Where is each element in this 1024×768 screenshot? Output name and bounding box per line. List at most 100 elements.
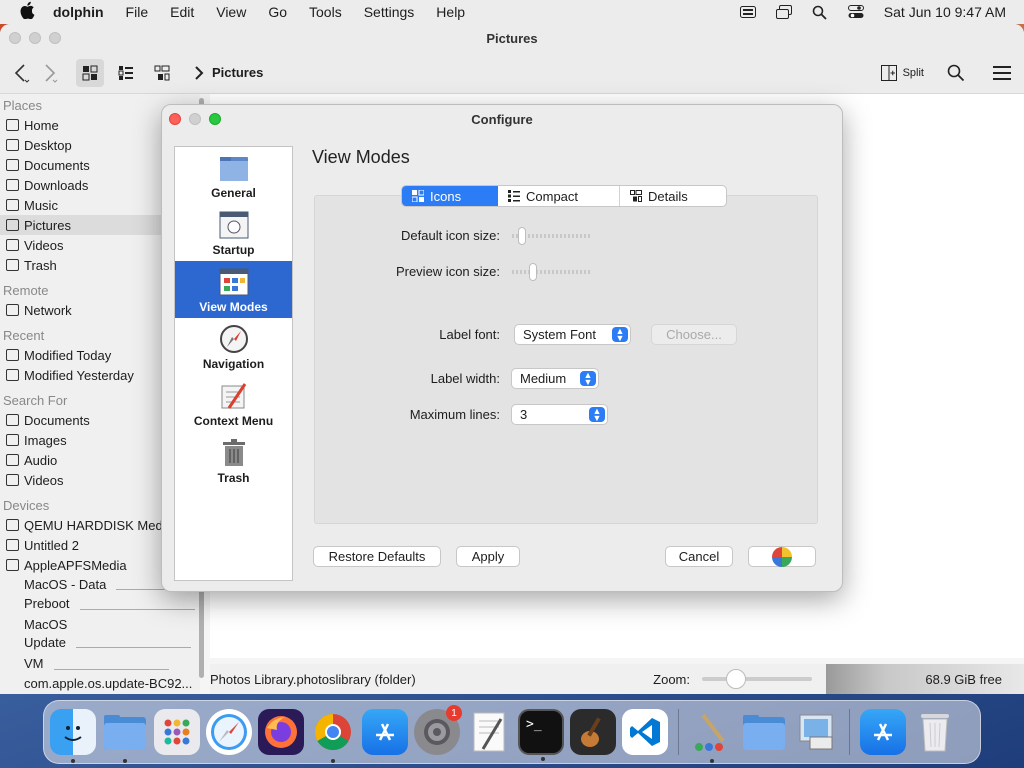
menu-file[interactable]: File bbox=[126, 4, 149, 20]
window-icon[interactable] bbox=[775, 5, 792, 19]
maximum-lines-label: Maximum lines: bbox=[409, 407, 500, 422]
category-view-modes[interactable]: View Modes bbox=[175, 261, 292, 318]
configure-dialog: Configure General Startup View Modes Nav… bbox=[161, 104, 843, 592]
sidebar-volume-update[interactable]: Update bbox=[0, 633, 200, 651]
chevron-up-down-icon: ▲ ▼ bbox=[612, 327, 628, 343]
spotlight-search-icon[interactable] bbox=[812, 5, 828, 20]
downloads-icon bbox=[6, 179, 19, 191]
restore-defaults-button[interactable]: Restore Defaults bbox=[313, 546, 441, 567]
ok-button[interactable] bbox=[748, 546, 816, 567]
category-startup[interactable]: Startup bbox=[175, 204, 292, 261]
dialog-close-button[interactable] bbox=[169, 113, 181, 125]
maximum-lines-spinbox[interactable]: 3 ▲ ▼ bbox=[511, 404, 608, 425]
sidebar-volume-preboot[interactable]: Preboot bbox=[0, 593, 200, 613]
chrome-icon[interactable] bbox=[310, 709, 356, 763]
sidebar-volume-update-bc92[interactable]: com.apple.os.update-BC92... bbox=[0, 673, 200, 693]
category-context-menu[interactable]: Context Menu bbox=[175, 375, 292, 432]
search-button[interactable] bbox=[942, 59, 970, 87]
clock[interactable]: Sat Jun 10 9:47 AM bbox=[884, 4, 1006, 20]
control-center-icon[interactable] bbox=[847, 5, 864, 19]
label-width-row: Label width: Medium ▲ ▼ bbox=[347, 368, 599, 389]
zoom-button[interactable] bbox=[49, 32, 61, 44]
back-arrow-icon bbox=[14, 63, 30, 83]
drive-icon bbox=[6, 559, 19, 571]
default-icon-size-label: Default icon size: bbox=[401, 228, 500, 243]
icons-view-button[interactable] bbox=[76, 58, 104, 87]
textedit-icon[interactable] bbox=[466, 709, 512, 755]
garageband-icon[interactable] bbox=[570, 709, 616, 755]
app-store-icon[interactable] bbox=[362, 709, 408, 755]
split-label: Split bbox=[902, 66, 924, 79]
label-width-select[interactable]: Medium ▲ ▼ bbox=[511, 368, 599, 389]
menu-settings[interactable]: Settings bbox=[364, 4, 415, 20]
system-preferences-icon[interactable]: 1 bbox=[414, 705, 462, 755]
preview-icon[interactable] bbox=[793, 709, 839, 755]
dialog-zoom-button[interactable] bbox=[209, 113, 221, 125]
chevron-up-down-icon: ▲ ▼ bbox=[580, 371, 596, 387]
capacity-bar bbox=[53, 669, 169, 670]
zoom-slider-knob[interactable] bbox=[726, 669, 746, 689]
stepper-icon: ▲ ▼ bbox=[589, 407, 605, 423]
category-trash[interactable]: Trash bbox=[175, 432, 292, 489]
sidebar-volume-vm[interactable]: VM bbox=[0, 653, 200, 673]
firefox-icon[interactable] bbox=[258, 709, 304, 755]
compass-icon bbox=[219, 325, 249, 353]
menu-edit[interactable]: Edit bbox=[170, 4, 194, 20]
apple-icon[interactable] bbox=[19, 1, 37, 24]
sidebar-volume-macos[interactable]: MacOS bbox=[0, 615, 200, 633]
keyboard-icon[interactable] bbox=[739, 5, 756, 19]
icons-view-icon bbox=[412, 190, 424, 202]
finder-icon[interactable] bbox=[50, 709, 96, 763]
menu-view[interactable]: View bbox=[216, 4, 246, 20]
forward-button[interactable] bbox=[36, 59, 64, 87]
default-icon-size-slider[interactable] bbox=[512, 226, 592, 245]
split-button[interactable]: Split bbox=[880, 64, 924, 81]
vscode-icon[interactable] bbox=[622, 709, 668, 755]
menu-tools[interactable]: Tools bbox=[309, 4, 342, 20]
cancel-button[interactable]: Cancel bbox=[665, 546, 733, 567]
compact-view-icon bbox=[118, 65, 133, 80]
dialog-window-controls bbox=[169, 113, 221, 125]
preview-icon-size-slider[interactable] bbox=[512, 262, 592, 281]
menu-help[interactable]: Help bbox=[436, 4, 465, 20]
apply-button[interactable]: Apply bbox=[456, 546, 520, 567]
hamburger-menu-button[interactable] bbox=[988, 59, 1016, 87]
details-view-button[interactable] bbox=[148, 59, 176, 87]
tab-compact[interactable]: Compact bbox=[498, 186, 620, 206]
menu-go[interactable]: Go bbox=[268, 4, 287, 20]
slider-knob[interactable] bbox=[518, 226, 526, 245]
menu-bar: dolphin File Edit View Go Tools Settings… bbox=[0, 0, 1024, 24]
network-icon bbox=[6, 304, 19, 316]
terminal-icon[interactable]: >_ bbox=[518, 709, 564, 761]
compact-view-icon bbox=[508, 190, 520, 202]
capacity-bar bbox=[79, 609, 195, 610]
back-button[interactable] bbox=[8, 59, 36, 87]
choose-font-button[interactable]: Choose... bbox=[651, 324, 737, 345]
dialog-minimize-button[interactable] bbox=[189, 113, 201, 125]
trash-icon bbox=[6, 259, 19, 271]
category-general[interactable]: General bbox=[175, 147, 292, 204]
app-store-icon[interactable] bbox=[860, 709, 906, 755]
tab-details[interactable]: Details bbox=[620, 186, 726, 206]
launchpad-icon[interactable] bbox=[154, 709, 200, 755]
free-space-indicator[interactable]: 68.9 GiB free bbox=[826, 664, 1024, 694]
label-font-select[interactable]: System Font ▲ ▼ bbox=[514, 324, 631, 345]
dock-separator bbox=[849, 709, 850, 755]
slider-knob[interactable] bbox=[529, 262, 537, 281]
tab-icons[interactable]: Icons bbox=[402, 186, 498, 206]
toolbar: Pictures Split bbox=[0, 52, 1024, 94]
breadcrumb-current[interactable]: Pictures bbox=[212, 65, 263, 80]
paintbrush-icon[interactable] bbox=[689, 709, 735, 763]
minimize-button[interactable] bbox=[29, 32, 41, 44]
files-folder-icon[interactable] bbox=[102, 709, 148, 763]
safari-icon[interactable] bbox=[206, 709, 252, 755]
breadcrumb[interactable]: Pictures bbox=[194, 65, 263, 81]
folder-icon[interactable] bbox=[741, 709, 787, 755]
close-button[interactable] bbox=[9, 32, 21, 44]
app-menu[interactable]: dolphin bbox=[53, 4, 104, 20]
category-navigation[interactable]: Navigation bbox=[175, 318, 292, 375]
preview-icon-size-row: Preview icon size: bbox=[347, 262, 592, 281]
compact-view-button[interactable] bbox=[112, 59, 140, 87]
zoom-slider[interactable] bbox=[702, 669, 812, 689]
trash-icon[interactable] bbox=[912, 709, 958, 755]
